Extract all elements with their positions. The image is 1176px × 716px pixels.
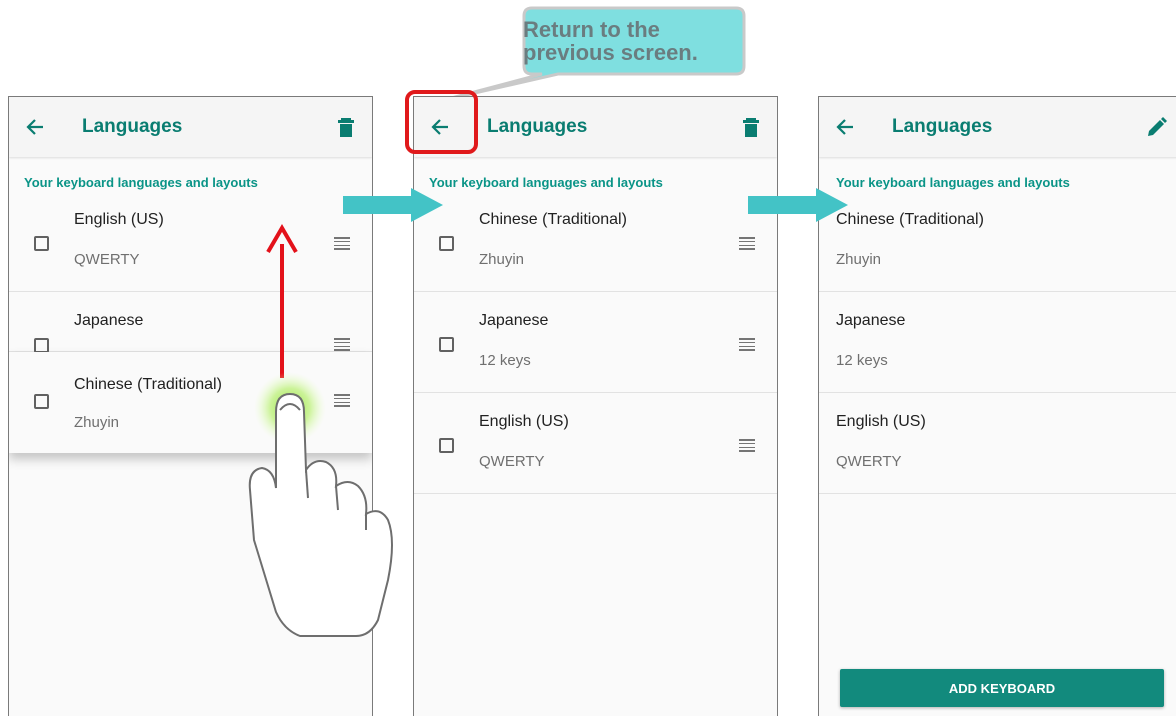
item-subtitle: Zhuyin (479, 251, 525, 268)
item-name: English (US) (74, 211, 164, 228)
page-title: Languages (892, 116, 993, 137)
back-button-highlight (405, 90, 478, 154)
drag-handle-icon[interactable] (739, 439, 755, 452)
callout-line-2: previous screen. (523, 40, 698, 65)
drag-handle-icon[interactable] (334, 237, 350, 250)
toolbar: Languages (9, 97, 372, 157)
item-subtitle: Zhuyin (74, 414, 120, 431)
drag-handle-icon[interactable] (334, 338, 350, 351)
list-item[interactable]: English (US) QWERTY (819, 393, 1176, 494)
item-subtitle: QWERTY (479, 453, 545, 470)
screen-final: Languages Your keyboard languages and la… (818, 96, 1176, 716)
back-arrow-icon[interactable] (833, 115, 861, 139)
section-label: Your keyboard languages and layouts (429, 175, 663, 190)
back-arrow-icon[interactable] (23, 115, 51, 139)
item-subtitle: Zhuyin (836, 251, 882, 268)
item-subtitle: QWERTY (74, 251, 140, 268)
page-title: Languages (487, 116, 588, 137)
section-label: Your keyboard languages and layouts (24, 175, 258, 190)
transition-arrow-icon (343, 188, 443, 222)
item-name: Chinese (Traditional) (479, 211, 627, 228)
pencil-icon[interactable] (1145, 115, 1167, 139)
item-checkbox[interactable] (34, 394, 49, 409)
item-name: Japanese (479, 312, 549, 329)
item-checkbox[interactable] (34, 236, 49, 251)
trash-icon[interactable] (335, 115, 357, 139)
list-item[interactable]: English (US) QWERTY (9, 191, 372, 292)
drag-handle-icon[interactable] (739, 237, 755, 250)
item-subtitle: 12 keys (479, 352, 531, 369)
list-item[interactable]: Japanese 12 keys (819, 292, 1176, 393)
list-item[interactable]: Japanese 12 keys (414, 292, 777, 393)
transition-arrow-icon (748, 188, 848, 222)
item-subtitle: 12 keys (836, 352, 888, 369)
item-subtitle: QWERTY (836, 453, 902, 470)
item-checkbox[interactable] (439, 438, 454, 453)
section-label: Your keyboard languages and layouts (836, 175, 1070, 190)
item-name: Japanese (836, 312, 906, 329)
drag-handle-icon[interactable] (739, 338, 755, 351)
item-name: Japanese (74, 312, 144, 329)
item-name: English (US) (479, 413, 569, 430)
item-name: English (US) (836, 413, 926, 430)
list-item[interactable]: Chinese (Traditional) Zhuyin (414, 191, 777, 292)
item-checkbox[interactable] (439, 236, 454, 251)
list-item[interactable]: Japanese (9, 292, 372, 353)
list-item[interactable]: English (US) QWERTY (414, 393, 777, 494)
item-checkbox[interactable] (439, 337, 454, 352)
toolbar: Languages (819, 97, 1176, 157)
drag-handle-icon[interactable] (334, 394, 350, 407)
callout-text: Return to the previous screen. (523, 18, 723, 64)
item-name: Chinese (Traditional) (836, 211, 984, 228)
item-name: Chinese (Traditional) (74, 376, 222, 393)
list-item-dragging[interactable]: Chinese (Traditional) Zhuyin (9, 352, 372, 453)
screen-before-drag: Languages Your keyboard languages and la… (8, 96, 373, 716)
trash-icon[interactable] (740, 115, 762, 139)
page-title: Languages (82, 116, 183, 137)
screen-after-drag: Languages Your keyboard languages and la… (413, 96, 778, 716)
add-keyboard-button[interactable]: ADD KEYBOARD (840, 669, 1164, 707)
item-checkbox[interactable] (34, 338, 49, 353)
list-item[interactable]: Chinese (Traditional) Zhuyin (819, 191, 1176, 292)
callout-line-1: Return to the (523, 17, 660, 42)
